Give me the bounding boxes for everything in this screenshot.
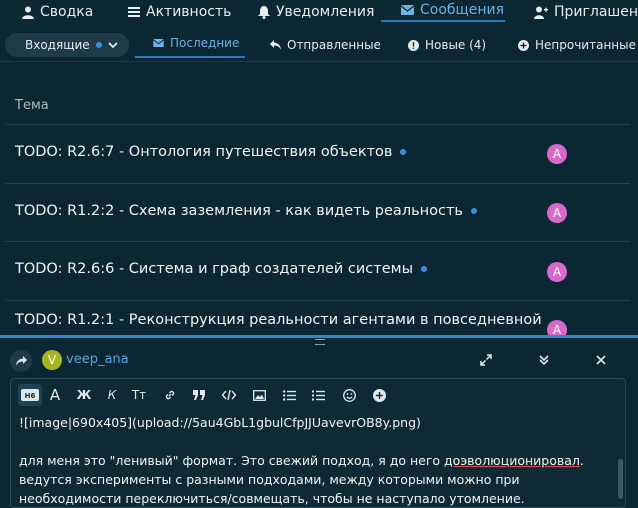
topic-row[interactable]: TODO: R1.2:1 - Реконструкция реальности … [15,312,542,328]
collapse-icon[interactable] [533,349,555,371]
nav-activity[interactable]: Активность [128,0,231,24]
nav-messages-label: Сообщения [420,2,505,18]
reply-icon [270,40,281,50]
svg-text:H6: H6 [25,392,36,400]
text-format-icon[interactable]: Tт [128,384,150,406]
quote-icon[interactable] [188,384,210,406]
reply-action-icon[interactable] [10,350,32,372]
username[interactable]: veep_ana [66,352,129,367]
code-icon[interactable] [218,384,240,406]
bold-icon[interactable]: Ж [73,384,95,406]
tab-latest[interactable]: Последние [135,30,245,58]
composer-header: V veep_ana [0,346,638,376]
tab-unread-label: Непрочитанные [535,38,636,52]
topic-title[interactable]: TODO: R1.2:1 - Реконструкция реальности … [15,312,542,328]
topic-title[interactable]: TODO: R2.6:6 - Система и граф создателей… [15,261,413,277]
unread-dot [421,266,428,272]
link-icon[interactable] [159,384,181,406]
list-icon [128,6,140,18]
editor-content[interactable]: ![image|690x405](upload://5au4GbL1gbulCf… [19,413,609,508]
image-icon[interactable] [248,384,270,406]
avatar[interactable]: A [547,203,567,223]
tab-new[interactable]: Новые (4) [408,30,486,60]
column-header-topic: Тема [15,98,49,113]
nav-invites[interactable]: Приглашения [534,0,638,24]
nav-messages[interactable]: Сообщения [381,0,505,22]
tab-latest-label: Последние [170,36,240,50]
user-plus-icon [534,6,548,19]
exclamation-icon [408,39,419,51]
font-style-icon[interactable]: A [44,384,66,406]
italic-icon[interactable]: К [101,384,123,406]
envelope-icon [153,39,164,47]
topic-title[interactable]: TODO: R2.6:7 - Онтология путешествия объ… [15,144,392,160]
message-paragraph: для меня это "ленивый" формат. Это свежи… [19,453,584,506]
topic-row[interactable]: TODO: R2.6:6 - Система и граф создателей… [15,261,428,277]
chevron-down-icon [108,41,118,49]
nav-notifications[interactable]: Уведомления [258,0,374,24]
sub-nav: Входящие Последние Отправленные Новые (4… [0,30,638,60]
nav-invites-label: Приглашения [554,4,638,20]
emoji-icon[interactable] [338,384,360,406]
heading-icon[interactable]: H6 [18,384,42,406]
inbox-dropdown[interactable]: Входящие [5,33,129,57]
topic-row[interactable]: TODO: R1.2:2 - Схема заземления - как ви… [15,203,477,219]
nav-summary-label: Сводка [40,4,94,20]
nav-summary[interactable]: Сводка [22,0,93,24]
nav-notifications-label: Уведомления [276,4,375,20]
avatar[interactable]: A [547,144,567,164]
reply-composer: V veep_ana H6 A Ж К Tт ![image|690x405](… [0,335,638,508]
misspelled-word[interactable]: доэволюционировал [444,453,580,468]
user-avatar[interactable]: V [42,350,62,370]
editor-scrollbar[interactable] [618,459,623,499]
tab-new-label: Новые (4) [425,38,487,52]
unread-dot [95,42,102,48]
envelope-icon [401,5,414,15]
top-nav: Сводка Активность Уведомления Сообщения … [0,0,638,24]
add-icon[interactable] [368,384,390,406]
nav-divider [0,61,638,62]
row-divider [5,183,630,184]
row-divider [5,300,630,301]
nav-activity-label: Активность [146,4,232,20]
inbox-label: Входящие [25,38,90,52]
unread-dot [400,149,407,155]
row-divider [5,241,630,242]
tab-sent[interactable]: Отправленные [270,30,381,60]
topic-title[interactable]: TODO: R1.2:2 - Схема заземления - как ви… [15,203,463,219]
row-divider [5,124,630,125]
resize-grip[interactable] [315,339,325,345]
tab-sent-label: Отправленные [287,38,381,52]
user-icon [22,6,34,19]
image-markdown-line: ![image|690x405](upload://5au4GbL1gbulCf… [19,415,421,430]
expand-icon[interactable] [475,349,497,371]
tab-unread[interactable]: Непрочитанные [518,30,636,60]
bullet-list-icon[interactable] [278,384,300,406]
message-editor[interactable]: H6 A Ж К Tт ![image|690x405](upload://5a… [10,378,626,508]
close-icon[interactable] [590,349,612,371]
topic-row[interactable]: TODO: R2.6:7 - Онтология путешествия объ… [15,144,407,160]
unread-dot [470,208,477,214]
numbered-list-icon[interactable] [307,384,329,406]
plus-circle-icon [518,39,529,51]
bell-icon [258,5,270,19]
avatar[interactable]: A [547,262,567,282]
